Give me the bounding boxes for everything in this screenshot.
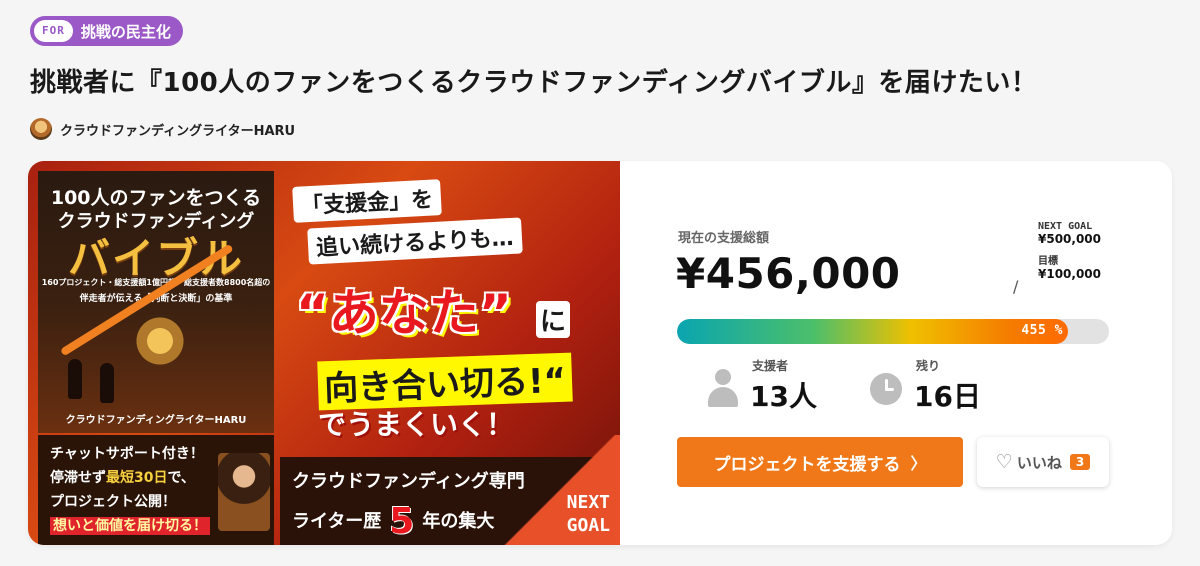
chat-support-box: チャットサポート付き！ 停滞せず最短30日で、 プロジェクト公開！ 想いと価値を… bbox=[38, 435, 274, 545]
headline-anata: “あなた” bbox=[296, 284, 512, 342]
progress-percent: 455 % bbox=[1021, 323, 1063, 338]
progress-bar: 455 % bbox=[677, 319, 1109, 344]
book-author: クラウドファンディングライターHARU bbox=[65, 415, 247, 426]
runner-figure bbox=[100, 363, 114, 403]
tag-prefix: FOR bbox=[34, 20, 73, 42]
next-goal-caption: NEXT GOAL bbox=[1038, 221, 1093, 232]
category-tag[interactable]: FOR 挑戦の民主化 bbox=[30, 16, 183, 46]
project-card: 100人のファンをつくる クラウドファンディング バイブル 160プロジェクト・… bbox=[28, 161, 1172, 545]
headline-line1: 「支援金」を bbox=[292, 179, 442, 223]
headline-ni: に bbox=[536, 301, 571, 338]
support-project-button[interactable]: プロジェクトを支援する 〉 bbox=[677, 437, 963, 487]
author-link[interactable]: クラウドファンディングライターHARU bbox=[30, 118, 295, 140]
goal-slash: / bbox=[1013, 277, 1019, 296]
author-name: クラウドファンディングライターHARU bbox=[60, 123, 296, 139]
heart-icon: ♡ bbox=[995, 451, 1013, 473]
chat-line1: チャットサポート付き！ bbox=[50, 446, 204, 462]
strip-line2: ライター歴 5 年の集大 bbox=[292, 501, 494, 542]
chat-line2: 停滞せず最短30日で、 bbox=[50, 467, 195, 487]
like-label: いいね bbox=[1016, 453, 1062, 472]
book-cover: 100人のファンをつくる クラウドファンディング バイブル 160プロジェクト・… bbox=[38, 171, 274, 433]
next-goal-corner-text: NEXT GOAL bbox=[567, 492, 610, 537]
avatar bbox=[30, 118, 52, 140]
project-banner-image: 100人のファンをつくる クラウドファンディング バイブル 160プロジェクト・… bbox=[28, 161, 620, 545]
runner-figure bbox=[68, 359, 82, 399]
progress-fill bbox=[677, 319, 1068, 344]
remaining-label: 残り bbox=[916, 359, 941, 373]
like-count-badge: 3 bbox=[1069, 454, 1091, 470]
chat-line4: 想いと価値を届け切る！ bbox=[50, 515, 210, 535]
strip-line1: クラウドファンディング専門 bbox=[292, 471, 525, 492]
book-subtitle1: 160プロジェクト・総支援額1億円超・総支援者数8800名超の bbox=[41, 278, 271, 287]
headline-mukiai: 向き合い切る!“ bbox=[317, 352, 573, 411]
goal-caption: 目標 bbox=[1038, 256, 1058, 267]
goal-info: NEXT GOAL ¥500,000 目標 ¥100,000 bbox=[1038, 221, 1101, 287]
chat-line2a: 停滞せず bbox=[50, 470, 106, 486]
headline-umaku: でうまくいく！ bbox=[318, 408, 515, 441]
strip-line2a: ライター歴 bbox=[292, 511, 382, 532]
next-goal-corner-line1: NEXT bbox=[566, 492, 610, 513]
chat-line4-text: 想いと価値を届け切る！ bbox=[50, 517, 210, 535]
supporters-value: 13人 bbox=[750, 380, 817, 413]
chat-line3: プロジェクト公開！ bbox=[50, 494, 176, 510]
chevron-right-icon: 〉 bbox=[910, 456, 927, 473]
person-icon bbox=[706, 369, 740, 407]
support-button-label: プロジェクトを支援する bbox=[713, 454, 901, 474]
goal-value: ¥100,000 bbox=[1038, 267, 1102, 281]
chat-line2c: で、 bbox=[167, 470, 195, 486]
amount-value: ¥456,000 bbox=[676, 249, 901, 298]
chat-line2b: 最短30日 bbox=[106, 470, 168, 486]
author-photo bbox=[218, 453, 270, 531]
supporters-label: 支援者 bbox=[752, 359, 789, 373]
project-title: 挑戦者に『100人のファンをつくるクラウドファンディングバイブル』を届けたい！ bbox=[30, 68, 1038, 98]
tree-graphic bbox=[130, 311, 190, 371]
like-button[interactable]: ♡ いいね 3 bbox=[977, 437, 1109, 487]
funding-stats: 現在の支援総額 ¥456,000 / NEXT GOAL ¥500,000 目標… bbox=[620, 161, 1172, 545]
next-goal-value: ¥500,000 bbox=[1038, 232, 1102, 246]
writer-strip: クラウドファンディング専門 ライター歴 5 年の集大 NEXT GOAL bbox=[280, 435, 620, 545]
remaining-value: 16日 bbox=[914, 380, 981, 413]
clock-icon bbox=[870, 373, 902, 405]
strip-line2b: 年の集大 bbox=[422, 511, 495, 532]
book-title-line1: 100人のファンをつくる bbox=[50, 187, 262, 209]
next-goal-corner-line2: GOAL bbox=[566, 514, 610, 536]
tag-label: 挑戦の民主化 bbox=[80, 22, 171, 41]
strip-years: 5 bbox=[389, 501, 415, 542]
headline-line2: 追い続けるよりも… bbox=[307, 217, 523, 265]
amount-label: 現在の支援総額 bbox=[678, 231, 770, 246]
